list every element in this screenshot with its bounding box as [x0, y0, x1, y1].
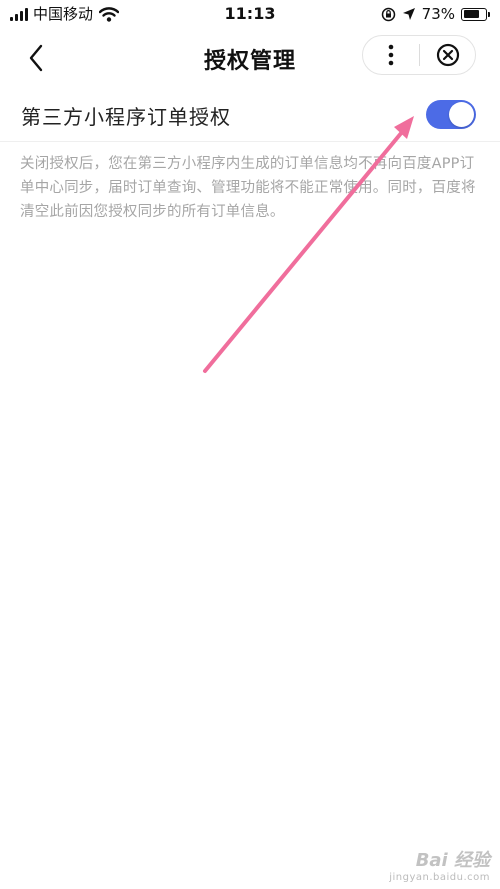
- close-circle-icon: [436, 43, 459, 67]
- location-arrow-icon: [402, 8, 415, 20]
- status-bar: 中国移动 11:13 73%: [0, 0, 500, 30]
- battery-icon: [461, 7, 490, 21]
- watermark-url: jingyan.baidu.com: [389, 872, 490, 883]
- battery-percent: 73%: [421, 5, 455, 23]
- status-right: 73%: [381, 5, 490, 23]
- watermark: Bai 经验 jingyan.baidu.com: [389, 846, 490, 883]
- more-button[interactable]: [363, 36, 419, 74]
- orientation-lock-icon: [381, 7, 395, 21]
- order-auth-toggle[interactable]: [426, 100, 476, 129]
- setting-label: 第三方小程序订单授权: [21, 105, 231, 129]
- toggle-knob: [449, 102, 474, 127]
- more-vertical-icon: [388, 44, 394, 66]
- nav-bar: 授权管理: [0, 30, 500, 86]
- watermark-brand: Bai 经验: [415, 850, 490, 871]
- miniapp-capsule: [362, 35, 476, 75]
- close-button[interactable]: [420, 36, 475, 74]
- auth-description: 关闭授权后，您在第三方小程序内生成的订单信息均不再向百度APP订单中心同步，届时…: [20, 156, 476, 220]
- setting-row-order-auth: 第三方小程序订单授权: [0, 86, 500, 142]
- battery-fill: [463, 10, 479, 18]
